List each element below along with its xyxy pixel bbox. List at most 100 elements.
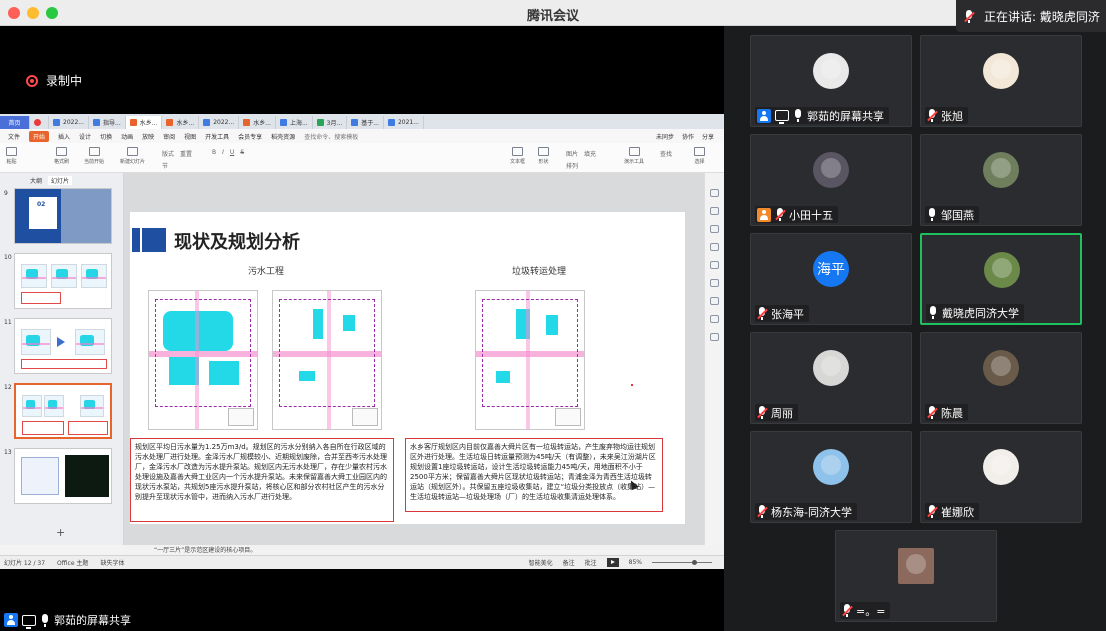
speaking-text: 正在讲话: 戴晓虎同济 <box>984 9 1100 24</box>
select-button[interactable]: 选择 <box>694 147 705 165</box>
participant-tile[interactable]: 郭茹的屏幕共享 <box>750 35 912 127</box>
thumb-number: 13 <box>4 449 12 456</box>
play-slideshow-button[interactable] <box>606 558 619 567</box>
wps-tab[interactable]: 首页 <box>0 116 30 129</box>
participant-tile[interactable]: 陈晨 <box>920 332 1082 424</box>
arrange-button[interactable]: 排列 <box>566 161 578 170</box>
new-slide-button[interactable]: 新建幻灯片 <box>120 147 145 165</box>
wps-tab[interactable]: 水乡... <box>162 116 200 129</box>
share-button[interactable]: 分享 <box>702 132 714 141</box>
wps-tab[interactable]: 2022... <box>199 116 240 129</box>
tab-slides[interactable]: 幻灯片 <box>48 176 73 185</box>
paste-button[interactable]: 粘贴 <box>6 147 17 165</box>
tool-note-icon[interactable] <box>710 261 719 269</box>
speaker-notes[interactable]: “一厅三片”是示范区建设的核心项目。 <box>124 545 724 555</box>
participant-tile[interactable]: =。= <box>835 530 997 622</box>
mic-muted-icon <box>757 505 768 518</box>
fill-button[interactable]: 填充 <box>584 149 596 158</box>
participant-tile[interactable]: 小田十五 <box>750 134 912 226</box>
participant-tile[interactable]: 崔娜欣 <box>920 431 1082 523</box>
thumb-map <box>22 395 42 417</box>
menu-item-slideshow[interactable]: 放映 <box>142 132 154 141</box>
recording-indicator[interactable]: 录制中 <box>26 72 82 89</box>
tool-image-icon[interactable] <box>710 315 719 323</box>
current-slide[interactable]: 现状及规划分析 污水工程 垃圾转运处理 规划区平均日污水量为1.25万m3/d。… <box>130 212 685 524</box>
tab-outline[interactable]: 大纲 <box>30 176 42 185</box>
textbox-button[interactable]: 文本框 <box>510 147 525 165</box>
wps-tab[interactable] <box>30 116 49 129</box>
comments-toggle[interactable]: 批注 <box>585 558 597 567</box>
tool-format-icon[interactable] <box>710 279 719 287</box>
tool-layout-icon[interactable] <box>710 225 719 233</box>
avatar <box>813 449 849 485</box>
menu-item-view[interactable]: 视图 <box>184 132 196 141</box>
menu-item-start[interactable]: 开始 <box>29 130 50 142</box>
menu-item-design[interactable]: 设计 <box>79 132 91 141</box>
menu-item-review[interactable]: 审阅 <box>163 132 175 141</box>
wps-tab[interactable]: 指导... <box>89 116 126 129</box>
section-button[interactable]: 节 <box>162 161 168 170</box>
wps-tab[interactable]: 2022... <box>49 116 89 129</box>
layout-button[interactable]: 版式 <box>162 149 174 158</box>
reset-button[interactable]: 重置 <box>180 149 192 158</box>
slide-thumbnail-10[interactable] <box>14 253 112 309</box>
wps-tab[interactable]: 水乡... <box>125 116 163 129</box>
menu-item-file[interactable]: 文件 <box>8 132 20 141</box>
participant-tile[interactable]: 张旭 <box>920 35 1082 127</box>
find-button[interactable]: 查找 <box>660 149 672 158</box>
bold-button[interactable]: B <box>212 149 216 156</box>
slide-thumbnail-9[interactable]: 02 <box>14 188 112 244</box>
tool-location-icon[interactable] <box>710 333 719 341</box>
play-current-button[interactable]: 当前开始 <box>84 147 104 165</box>
menu-item-animation[interactable]: 动画 <box>121 132 133 141</box>
mic-muted-icon <box>964 9 975 23</box>
zoom-level[interactable]: 85% <box>629 559 642 566</box>
menu-item-member[interactable]: 会员专享 <box>238 132 262 141</box>
zoom-slider[interactable] <box>652 560 712 565</box>
tool-star-icon[interactable] <box>710 243 719 251</box>
wps-tab[interactable]: 上海... <box>276 116 313 129</box>
collaborate-button[interactable]: 协作 <box>682 132 694 141</box>
user-icon <box>757 108 771 123</box>
slide-thumbnail-13[interactable] <box>14 448 112 504</box>
tool-settings-icon[interactable] <box>710 207 719 215</box>
beautify-button[interactable]: 智能美化 <box>529 558 553 567</box>
cover-label-box: 02 <box>29 197 57 229</box>
ppt-icon <box>166 119 174 126</box>
textbox-icon <box>512 147 523 156</box>
italic-button[interactable]: I <box>222 149 224 156</box>
participant-tile[interactable]: 杨东海-同济大学 <box>750 431 912 523</box>
sync-status[interactable]: 未同步 <box>656 132 674 141</box>
menu-item-docer[interactable]: 稻壳资源 <box>271 132 295 141</box>
menu-item-devtools[interactable]: 开发工具 <box>205 132 229 141</box>
tool-magic-icon[interactable] <box>710 189 719 197</box>
tool-help-icon[interactable] <box>710 297 719 305</box>
participant-name-tag: 陈晨 <box>925 404 968 421</box>
missing-font-button[interactable]: 缺失字体 <box>100 558 124 567</box>
notes-toggle[interactable]: 备注 <box>563 558 575 567</box>
sewage-description-textbox[interactable]: 规划区平均日污水量为1.25万m3/d。规划区的污水分别纳入各自所在行政区域的污… <box>130 438 394 522</box>
thumb-map <box>21 329 51 355</box>
participant-panel: 郭茹的屏幕共享 张旭 小田十五 邹国燕 海平 张海平 戴晓虎同济大学 周丽 陈晨 杨东海-同济大学… <box>724 26 1106 631</box>
menu-item-insert[interactable]: 插入 <box>58 132 70 141</box>
shape-button[interactable]: 形状 <box>538 147 549 165</box>
slide-thumbnail-11[interactable] <box>14 318 112 374</box>
picture-button[interactable]: 图片 <box>566 149 578 158</box>
waste-description-textbox[interactable]: 水乡客厅规划区内目前仅嘉善大舜片区有一垃圾转运站，产生废弃物均运往规划区外进行处… <box>405 438 663 512</box>
strike-button[interactable]: S <box>240 149 244 156</box>
wps-tab[interactable]: 水乡... <box>239 116 276 129</box>
slide-thumbnail-12[interactable] <box>14 383 112 439</box>
participant-tile[interactable]: 邹国燕 <box>920 134 1082 226</box>
participant-tile[interactable]: 海平 张海平 <box>750 233 912 325</box>
add-slide-button[interactable]: + <box>56 526 65 539</box>
participant-tile[interactable]: 戴晓虎同济大学 <box>920 233 1082 325</box>
participant-tile[interactable]: 周丽 <box>750 332 912 424</box>
underline-button[interactable]: U <box>230 149 234 156</box>
wps-tab[interactable]: 2021... <box>384 116 424 129</box>
wps-tab[interactable]: 3月... <box>313 116 348 129</box>
present-tools-button[interactable]: 演示工具 <box>624 147 644 165</box>
menu-item-transition[interactable]: 切换 <box>100 132 112 141</box>
format-painter-button[interactable]: 格式刷 <box>54 147 69 165</box>
wps-tab[interactable]: 基于... <box>347 116 384 129</box>
menu-search[interactable]: 查找命令、搜索模板 <box>304 132 358 141</box>
